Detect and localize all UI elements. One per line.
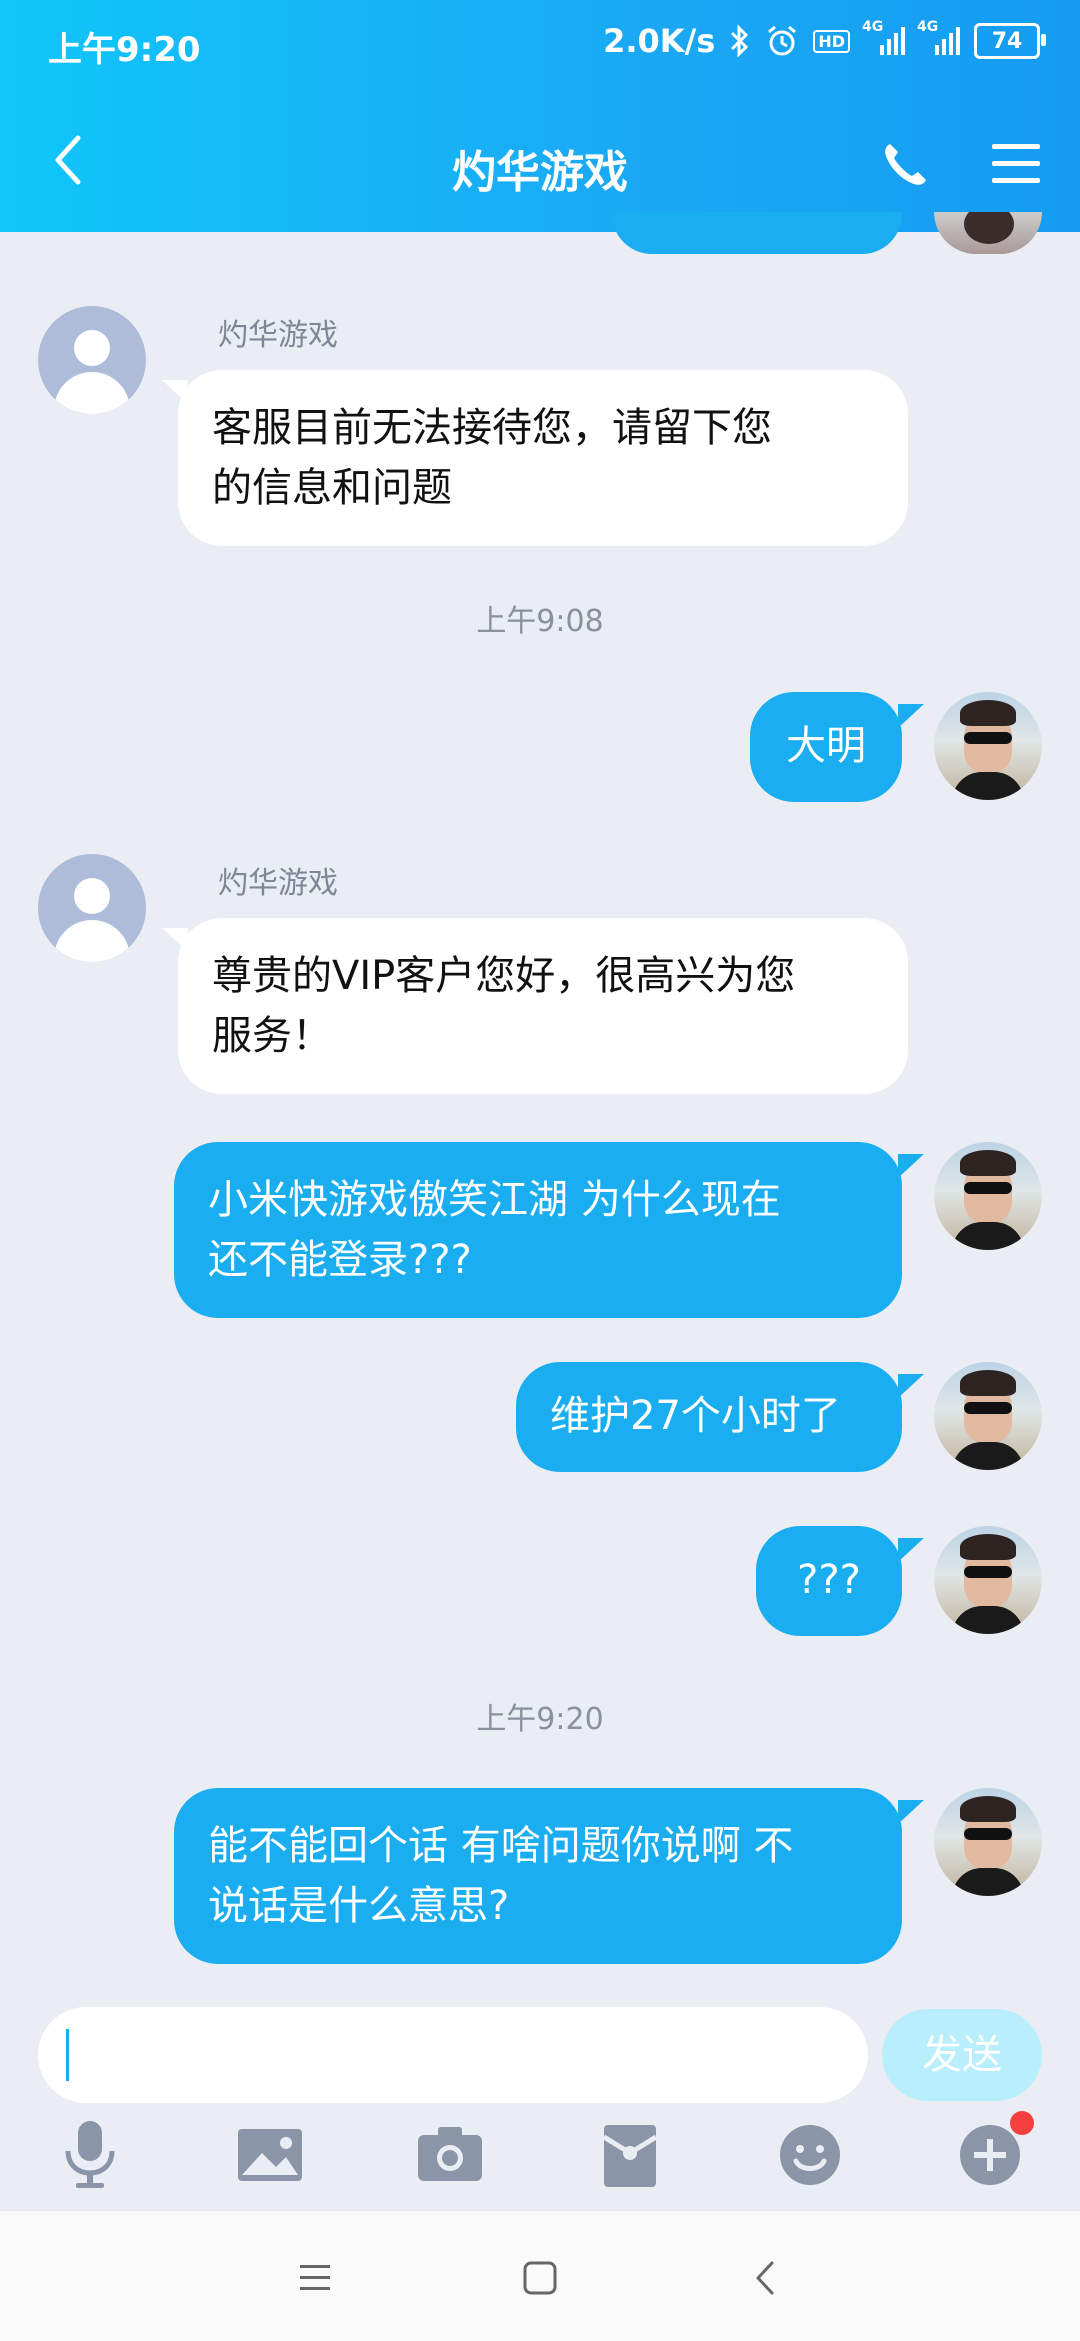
network-type-label: 4G <box>862 19 884 35</box>
battery-level: 74 <box>991 28 1023 54</box>
message-outgoing: 能不能回个话 有啥问题你说啊 不 说话是什么意思? <box>0 1788 1080 1968</box>
avatar <box>934 1526 1042 1634</box>
message-incoming: 灼华游戏 客服目前无法接待您，请留下您 的信息和问题 <box>0 232 1080 552</box>
status-icons: 2.0K/s HD 4G 4G 74 <box>603 19 1046 60</box>
network-type-label: 4G <box>917 19 939 35</box>
hd-icon: HD <box>813 29 850 53</box>
message-bubble[interactable]: 维护27个小时了 <box>516 1362 902 1472</box>
send-button[interactable]: 发送 <box>882 2009 1042 2101</box>
home-icon[interactable] <box>515 2253 565 2303</box>
title-bar: 灼华游戏 <box>0 100 1080 220</box>
message-line: 的信息和问题 <box>212 465 452 511</box>
message-outgoing: 维护27个小时了 <box>0 1362 1080 1482</box>
message-line: 说话是什么意思? <box>208 1883 510 1929</box>
message-line: 服务！ <box>212 1013 332 1059</box>
menu-icon[interactable] <box>290 2253 340 2303</box>
sender-name: 灼华游戏 <box>218 318 338 353</box>
signal-group-2: 4G <box>917 19 960 55</box>
menu-icon[interactable] <box>990 140 1042 188</box>
phone-icon[interactable] <box>880 140 930 190</box>
mic-icon[interactable] <box>50 2115 130 2195</box>
plus-button[interactable] <box>950 2111 1034 2195</box>
input-area: 发送 <box>0 1985 1080 2210</box>
message-outgoing: 小米快游戏傲笑江湖 为什么现在 还不能登录??? <box>0 1142 1080 1322</box>
back-icon[interactable] <box>740 2253 790 2303</box>
alarm-icon <box>768 25 797 56</box>
notification-dot <box>1010 2111 1034 2135</box>
bubble-tail <box>898 704 924 728</box>
signal-icon <box>880 27 905 55</box>
avatar <box>934 1142 1042 1250</box>
bubble-tail <box>898 1154 924 1178</box>
message-line: 还不能登录??? <box>208 1237 472 1283</box>
status-time: 上午9:20 <box>48 30 201 70</box>
bubble-tail <box>898 1538 924 1562</box>
message-bubble[interactable]: ??? <box>756 1526 902 1636</box>
text-caret <box>66 2029 69 2081</box>
avatar <box>934 1362 1042 1470</box>
camera-icon[interactable] <box>410 2115 490 2195</box>
message-bubble[interactable]: 客服目前无法接待您，请留下您 的信息和问题 <box>178 370 908 546</box>
message-incoming: 灼华游戏 尊贵的VIP客户您好，很高兴为您 服务！ <box>0 772 1080 1094</box>
red-envelope-icon[interactable] <box>590 2115 670 2195</box>
emoji-icon[interactable] <box>770 2115 850 2195</box>
message-bubble[interactable]: 小米快游戏傲笑江湖 为什么现在 还不能登录??? <box>174 1142 902 1318</box>
message-line: 尊贵的VIP客户您好，很高兴为您 <box>212 953 796 999</box>
image-icon[interactable] <box>230 2115 310 2195</box>
battery-icon: 74 <box>974 23 1046 59</box>
message-line: 小米快游戏傲笑江湖 为什么现在 <box>208 1177 781 1223</box>
avatar <box>934 1788 1042 1896</box>
signal-icon <box>935 27 960 55</box>
message-bubble[interactable]: 能不能回个话 有啥问题你说啊 不 说话是什么意思? <box>174 1788 902 1964</box>
message-line: ??? <box>797 1557 861 1603</box>
status-bar: 上午9:20 2.0K/s HD 4G 4G 74 <box>0 0 1080 90</box>
message-line: 大明 <box>786 723 866 769</box>
signal-group-1: 4G <box>862 19 905 55</box>
sender-name: 灼华游戏 <box>218 866 338 901</box>
chat-list[interactable]: 灼华游戏 客服目前无法接待您，请留下您 的信息和问题 上午9:08 大明 灼华游… <box>0 212 1080 1982</box>
timestamp: 上午9:20 <box>476 1702 604 1737</box>
bubble-tail <box>898 1800 924 1824</box>
message-bubble[interactable]: 尊贵的VIP客户您好，很高兴为您 服务！ <box>178 918 908 1094</box>
network-speed: 2.0K/s <box>603 22 716 60</box>
system-nav-bar <box>0 2210 1080 2341</box>
bubble-tail <box>898 1374 924 1398</box>
input-toolbar <box>0 2111 1080 2205</box>
top-bar: 上午9:20 2.0K/s HD 4G 4G 74 灼华游戏 <box>0 0 1080 232</box>
message-input[interactable] <box>38 2007 868 2103</box>
avatar <box>38 854 146 962</box>
timestamp: 上午9:08 <box>476 604 604 639</box>
avatar <box>38 306 146 414</box>
message-line: 能不能回个话 有啥问题你说啊 不 <box>208 1823 794 1869</box>
message-outgoing: ??? <box>0 1526 1080 1646</box>
message-line: 客服目前无法接待您，请留下您 <box>212 405 772 451</box>
message-line: 维护27个小时了 <box>550 1393 841 1439</box>
bluetooth-icon <box>731 24 749 58</box>
